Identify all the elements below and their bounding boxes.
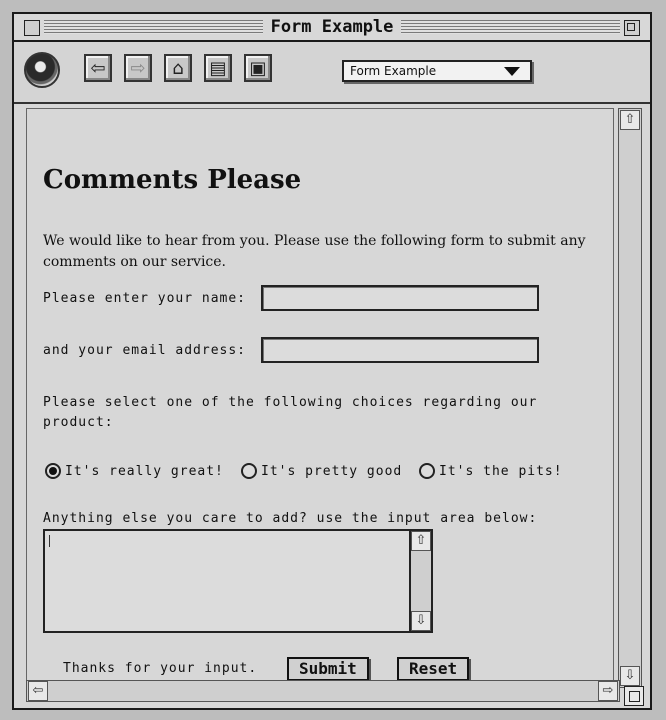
choice-prompt: Please select one of the following choic… <box>43 395 538 430</box>
radio-unchecked-icon[interactable] <box>419 463 435 479</box>
choice-label: It's really great! <box>65 463 224 479</box>
choice-really-great[interactable]: It's really great! <box>45 463 224 479</box>
choice-pretty-good[interactable]: It's pretty good <box>241 463 402 479</box>
email-input[interactable] <box>261 337 539 363</box>
home-button[interactable]: ⌂ <box>164 54 192 82</box>
choice-the-pits[interactable]: It's the pits! <box>419 463 563 479</box>
resize-grow-box-icon[interactable] <box>624 686 644 706</box>
horizontal-scrollbar[interactable]: ⇦ ⇨ <box>26 680 620 702</box>
intro-text: We would like to hear from you. Please u… <box>43 233 586 270</box>
scroll-up-icon[interactable]: ⇧ <box>620 110 640 130</box>
radio-unchecked-icon[interactable] <box>241 463 257 479</box>
location-select-value: Form Example <box>350 64 437 78</box>
location-select[interactable]: Form Example <box>342 60 532 82</box>
close-box[interactable] <box>24 20 40 36</box>
comments-label: Anything else you care to add? use the i… <box>43 511 538 526</box>
name-label: Please enter your name: <box>43 291 247 306</box>
home-icon: ⌂ <box>172 58 184 79</box>
reload-button[interactable]: ▤ <box>204 54 232 82</box>
arrow-right-icon: ⇨ <box>130 58 146 79</box>
back-button[interactable]: ⇦ <box>84 54 112 82</box>
page-title: Comments Please <box>43 165 302 195</box>
save-button[interactable]: ▣ <box>244 54 272 82</box>
toolbar: ⇦ ⇨ ⌂ ▤ ▣ Form Example <box>14 42 650 104</box>
title-bar-stripes <box>44 20 620 34</box>
comments-textarea[interactable]: ⇧ ⇩ <box>43 529 433 633</box>
name-input[interactable] <box>261 285 539 311</box>
choice-label: It's the pits! <box>439 463 563 479</box>
email-label: and your email address: <box>43 343 247 358</box>
forward-button[interactable]: ⇨ <box>124 54 152 82</box>
scroll-right-icon[interactable]: ⇨ <box>598 681 618 701</box>
scroll-down-icon[interactable]: ⇩ <box>620 666 640 686</box>
document-icon: ▤ <box>209 58 227 79</box>
scroll-down-icon[interactable]: ⇩ <box>411 611 431 631</box>
text-caret <box>49 535 50 547</box>
scroll-left-icon[interactable]: ⇦ <box>28 681 48 701</box>
arrow-left-icon: ⇦ <box>90 58 106 79</box>
radio-checked-icon[interactable] <box>45 463 61 479</box>
choice-label: It's pretty good <box>261 463 403 479</box>
thanks-text: Thanks for your input. <box>63 661 258 676</box>
title-bar[interactable]: Form Example <box>14 14 650 42</box>
browser-logo-icon[interactable] <box>24 52 60 88</box>
submit-button[interactable]: Submit <box>287 657 369 681</box>
chevron-down-icon <box>504 67 520 76</box>
browser-window: Form Example ⇦ ⇨ ⌂ ▤ ▣ Form Example Comm… <box>12 12 652 710</box>
floppy-disk-icon: ▣ <box>249 58 267 79</box>
vertical-scrollbar[interactable]: ⇧ ⇩ <box>618 108 642 688</box>
page-content: Comments Please We would like to hear fr… <box>26 108 614 688</box>
scroll-up-icon[interactable]: ⇧ <box>411 531 431 551</box>
zoom-box[interactable] <box>624 20 640 36</box>
reset-button[interactable]: Reset <box>397 657 470 681</box>
textarea-scrollbar[interactable]: ⇧ ⇩ <box>409 531 431 631</box>
